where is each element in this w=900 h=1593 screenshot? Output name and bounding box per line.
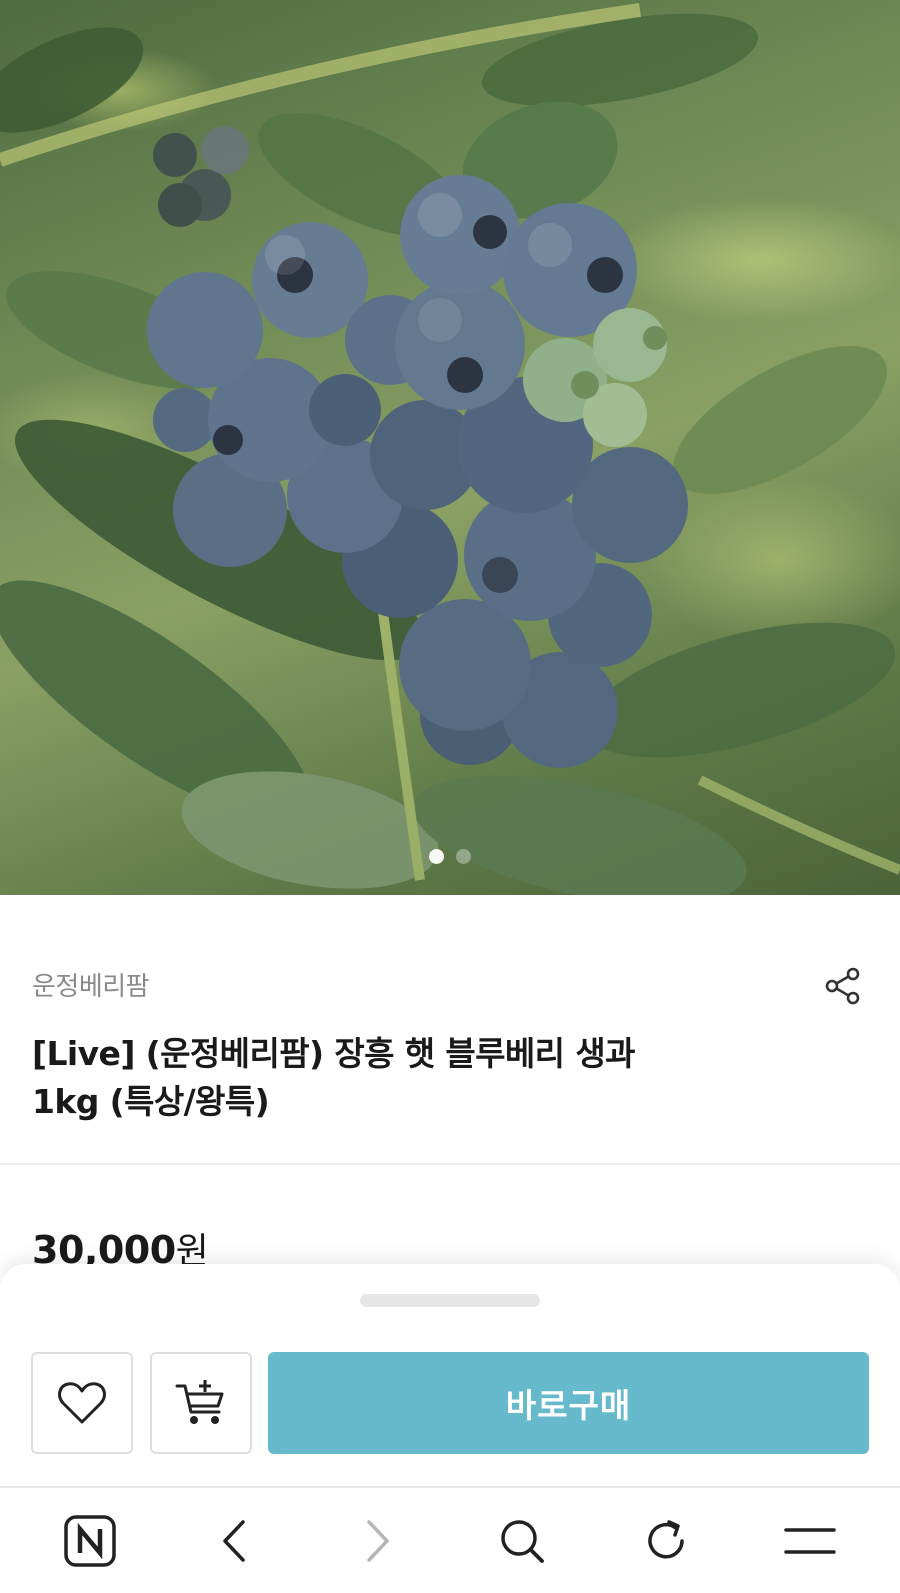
blueberry-photo	[0, 3, 900, 895]
naver-home-icon	[64, 1514, 116, 1567]
forward-button[interactable]	[338, 1501, 418, 1581]
buy-now-button[interactable]: 바로구매	[268, 1352, 869, 1454]
forward-icon	[367, 1519, 389, 1562]
menu-button[interactable]	[770, 1501, 850, 1581]
back-icon	[223, 1519, 245, 1562]
product-image[interactable]	[0, 0, 900, 895]
refresh-icon	[648, 1519, 684, 1558]
menu-icon	[784, 1527, 836, 1554]
refresh-button[interactable]	[626, 1501, 706, 1581]
heart-icon	[58, 1382, 106, 1424]
product-title-line2: 1kg (특상/왕특)	[32, 1082, 270, 1121]
add-to-cart-icon	[175, 1380, 224, 1424]
purchase-sheet: 바로구매	[0, 1264, 900, 1486]
carousel-dot-active[interactable]	[429, 849, 444, 864]
carousel-dot[interactable]	[456, 849, 471, 864]
product-title: [Live] (운정베리팜) 장흥 햇 블루베리 생과 1kg (특상/왕특)	[32, 1030, 732, 1126]
divider	[0, 1163, 900, 1165]
product-title-line1: [Live] (운정베리팜) 장흥 햇 블루베리 생과	[32, 1034, 635, 1073]
share-button[interactable]	[822, 965, 864, 1007]
naver-home-button[interactable]	[50, 1501, 130, 1581]
back-button[interactable]	[194, 1501, 274, 1581]
browser-toolbar	[0, 1486, 900, 1593]
seller-name[interactable]: 운정베리팜	[32, 966, 150, 1003]
share-icon	[825, 967, 860, 1005]
carousel-indicator	[0, 849, 900, 864]
sheet-grabber[interactable]	[360, 1294, 540, 1307]
add-to-cart-button[interactable]	[150, 1352, 252, 1454]
wishlist-button[interactable]	[31, 1352, 133, 1454]
search-button[interactable]	[482, 1501, 562, 1581]
search-icon	[501, 1519, 544, 1563]
